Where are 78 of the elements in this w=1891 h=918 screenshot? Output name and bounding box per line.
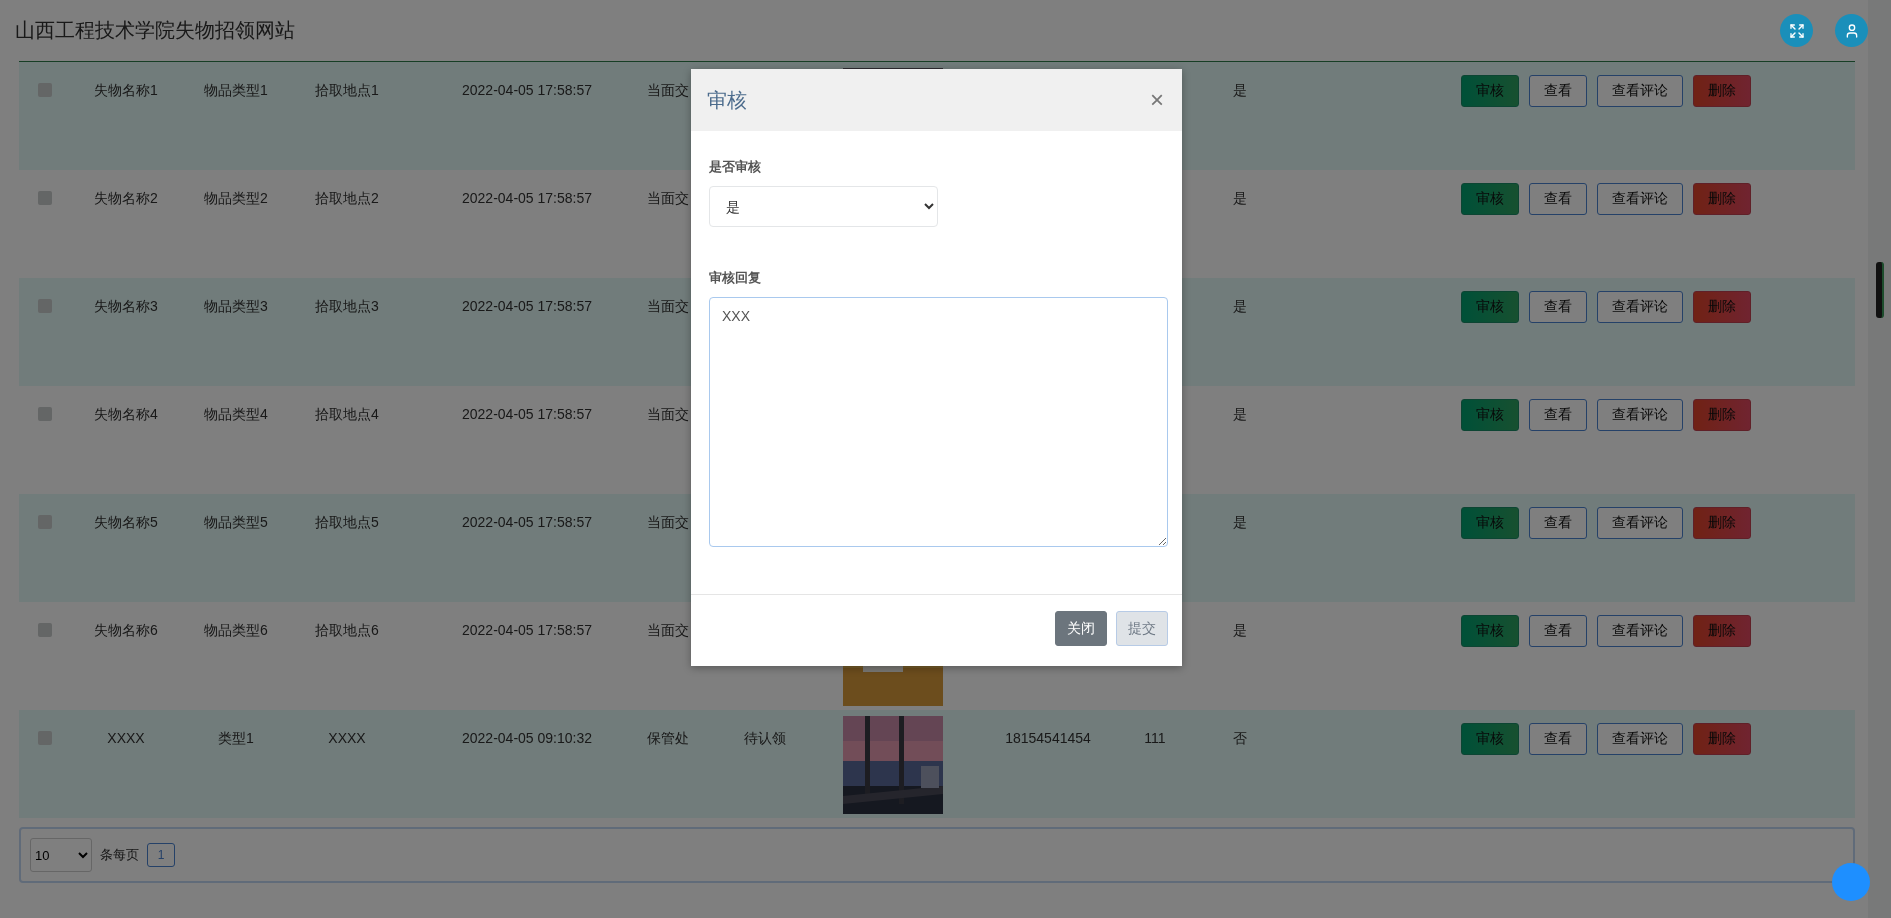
table-cell-text: 类型1 — [217, 729, 255, 747]
table-cell-text: 2022-04-05 17:58:57 — [461, 513, 593, 531]
table-cell: 18154541454 — [1005, 730, 1091, 746]
table-cell-text: 2022-04-05 17:58:57 — [461, 621, 593, 639]
table-cell-text: 是 — [1232, 297, 1248, 315]
table-cell-text: 物品类型5 — [203, 513, 269, 531]
view-button[interactable]: 查看评论 — [1597, 723, 1683, 755]
view-button[interactable]: 查看评论 — [1597, 291, 1683, 323]
field-label: 是否审核 — [709, 158, 762, 176]
table-cell-text: 是 — [1232, 513, 1248, 531]
table-cell-text: 当面交 — [646, 513, 690, 531]
table-cell-text: XXXX — [106, 729, 146, 747]
table-cell-text: 失物名称1 — [93, 81, 159, 99]
table-cell-text: 当面交 — [646, 81, 690, 99]
view-button[interactable]: 查看评论 — [1597, 183, 1683, 215]
view-button[interactable]: 查看 — [1529, 615, 1587, 647]
table-cell-text: 2022-04-05 17:58:57 — [461, 297, 593, 315]
view-button[interactable]: 查看 — [1529, 507, 1587, 539]
table-cell-text: 物品类型4 — [203, 405, 269, 423]
table-cell-text: 物品类型3 — [203, 297, 269, 315]
view-button[interactable]: 查看 — [1529, 183, 1587, 215]
table-cell-text: 失物名称3 — [93, 297, 159, 315]
user-button[interactable] — [1835, 14, 1868, 47]
table-cell-text: 2022-04-05 17:58:57 — [461, 405, 593, 423]
field-label: 审核回复 — [709, 269, 762, 287]
view-button[interactable]: 查看 — [1529, 723, 1587, 755]
row-checkbox[interactable] — [38, 407, 52, 421]
table-cell-text: 失物名称2 — [93, 189, 159, 207]
table-cell-text: 2022-04-05 17:58:57 — [461, 81, 593, 99]
view-button[interactable]: 查看 — [1529, 399, 1587, 431]
back-to-top-button[interactable] — [1832, 863, 1870, 901]
page-button[interactable]: 1 — [147, 843, 175, 867]
view-button[interactable]: 查看评论 — [1597, 507, 1683, 539]
table-cell-text: 当面交 — [646, 297, 690, 315]
table-cell-text: 物品类型6 — [203, 621, 269, 639]
view-button[interactable]: 查看评论 — [1597, 615, 1683, 647]
table-cell-text: 拾取地点3 — [314, 297, 380, 315]
table-cell-text: 2022-04-05 09:10:32 — [461, 729, 593, 747]
table-cell-text: 物品类型2 — [203, 189, 269, 207]
table-cell: 待认领 — [744, 730, 786, 746]
table-cell-text: 失物名称4 — [93, 405, 159, 423]
view-button[interactable]: 查看评论 — [1597, 75, 1683, 107]
table-cell-text: 当面交 — [646, 621, 690, 639]
reply-textarea[interactable]: XXX — [709, 297, 1168, 547]
table-cell-text: 拾取地点4 — [314, 405, 380, 423]
table-cell-text: XXXX — [327, 729, 367, 747]
fullscreen-button[interactable] — [1780, 14, 1813, 47]
table-cell-text: 否 — [1232, 729, 1248, 747]
per-page-label: 条每页 — [100, 846, 139, 864]
row-checkbox[interactable] — [38, 623, 52, 637]
close-button[interactable]: × — [1148, 88, 1166, 112]
table-cell-text: 当面交 — [646, 189, 690, 207]
table-cell-text: 是 — [1232, 405, 1248, 423]
close-dialog-button[interactable]: 关闭 — [1055, 611, 1107, 646]
expand-icon — [1788, 22, 1805, 39]
table-cell-text: 拾取地点5 — [314, 513, 380, 531]
page-size-select[interactable]: 10 — [30, 838, 92, 872]
table-cell-text: 是 — [1232, 189, 1248, 207]
table-cell-text: 拾取地点2 — [314, 189, 380, 207]
table-cell-text: 是 — [1232, 81, 1248, 99]
scrollbar[interactable] — [1868, 0, 1891, 918]
dialog-title: 审核 — [707, 87, 747, 113]
table-cell-text: 拾取地点6 — [314, 621, 380, 639]
view-button[interactable]: 查看 — [1529, 291, 1587, 323]
table-cell-text: 失物名称6 — [93, 621, 159, 639]
table-cell-text: 是 — [1232, 621, 1248, 639]
row-checkbox[interactable] — [38, 191, 52, 205]
site-title: 山西工程技术学院失物招领网站 — [15, 18, 295, 43]
table-cell-text: 失物名称5 — [93, 513, 159, 531]
table-cell-text: 物品类型1 — [203, 81, 269, 99]
table-cell-text: 拾取地点1 — [314, 81, 380, 99]
table-cell-text: 当面交 — [646, 405, 690, 423]
view-button[interactable]: 查看评论 — [1597, 399, 1683, 431]
table-cell: 111 — [1144, 730, 1166, 746]
review-select[interactable]: 是 — [709, 186, 938, 227]
table-cell-text: 保管处 — [646, 729, 690, 747]
view-button[interactable]: 查看 — [1529, 75, 1587, 107]
table-cell-text: 2022-04-05 17:58:57 — [461, 189, 593, 207]
